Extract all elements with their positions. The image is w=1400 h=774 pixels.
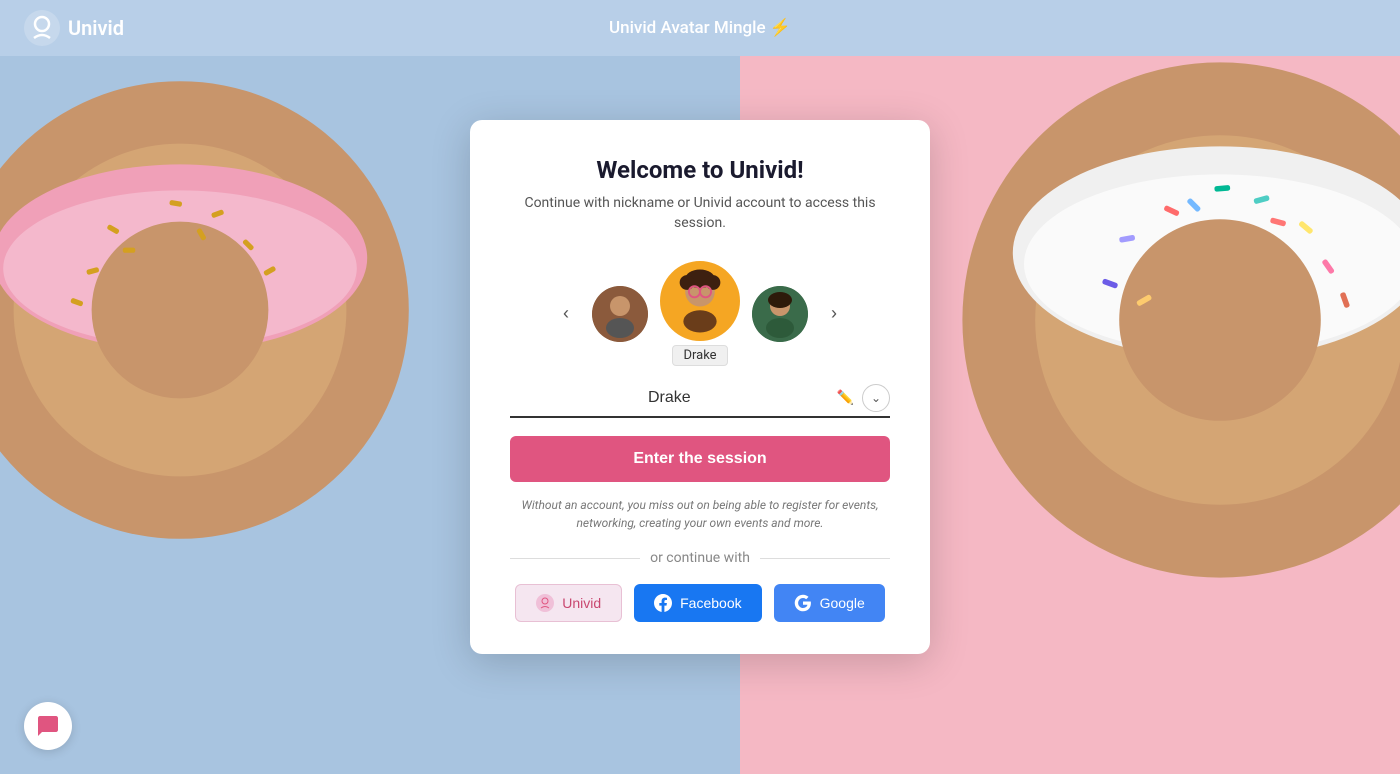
- google-button-label: Google: [820, 595, 865, 611]
- univid-login-button[interactable]: Univid: [515, 584, 622, 622]
- facebook-login-button[interactable]: Facebook: [634, 584, 761, 622]
- modal-subtitle: Continue with nickname or Univid account…: [510, 194, 890, 233]
- name-input[interactable]: [510, 389, 829, 407]
- enter-session-button[interactable]: Enter the session: [510, 436, 890, 482]
- divider-line-left: [510, 558, 640, 559]
- name-dropdown-button[interactable]: ⌄: [862, 384, 890, 412]
- carousel-prev-button[interactable]: ‹: [552, 300, 580, 328]
- name-input-row: ✏️ ⌄: [510, 384, 890, 418]
- avatar-carousel: ‹: [510, 261, 890, 366]
- divider-line-right: [760, 558, 890, 559]
- facebook-icon: [654, 594, 672, 612]
- divider: or continue with: [510, 550, 890, 566]
- modal-overlay: Welcome to Univid! Continue with nicknam…: [0, 0, 1400, 774]
- edit-icon[interactable]: ✏️: [837, 390, 854, 406]
- chat-bubble-button[interactable]: [24, 702, 72, 750]
- avatar-option-left[interactable]: [592, 286, 648, 342]
- google-login-button[interactable]: Google: [774, 584, 885, 622]
- avatar-label: Drake: [672, 345, 727, 366]
- social-buttons: Univid Facebook Google: [510, 584, 890, 622]
- welcome-modal: Welcome to Univid! Continue with nicknam…: [470, 120, 930, 654]
- carousel-next-button[interactable]: ›: [820, 300, 848, 328]
- divider-text: or continue with: [650, 550, 750, 566]
- univid-icon: [536, 594, 554, 612]
- avatar-selected[interactable]: [660, 261, 740, 341]
- modal-note: Without an account, you miss out on bein…: [510, 496, 890, 532]
- avatar-selected-wrapper: Drake: [660, 261, 740, 366]
- google-icon: [794, 594, 812, 612]
- modal-title: Welcome to Univid!: [510, 156, 890, 184]
- facebook-button-label: Facebook: [680, 595, 741, 611]
- avatar-option-right[interactable]: [752, 286, 808, 342]
- univid-button-label: Univid: [562, 595, 601, 611]
- chat-icon: [36, 714, 60, 738]
